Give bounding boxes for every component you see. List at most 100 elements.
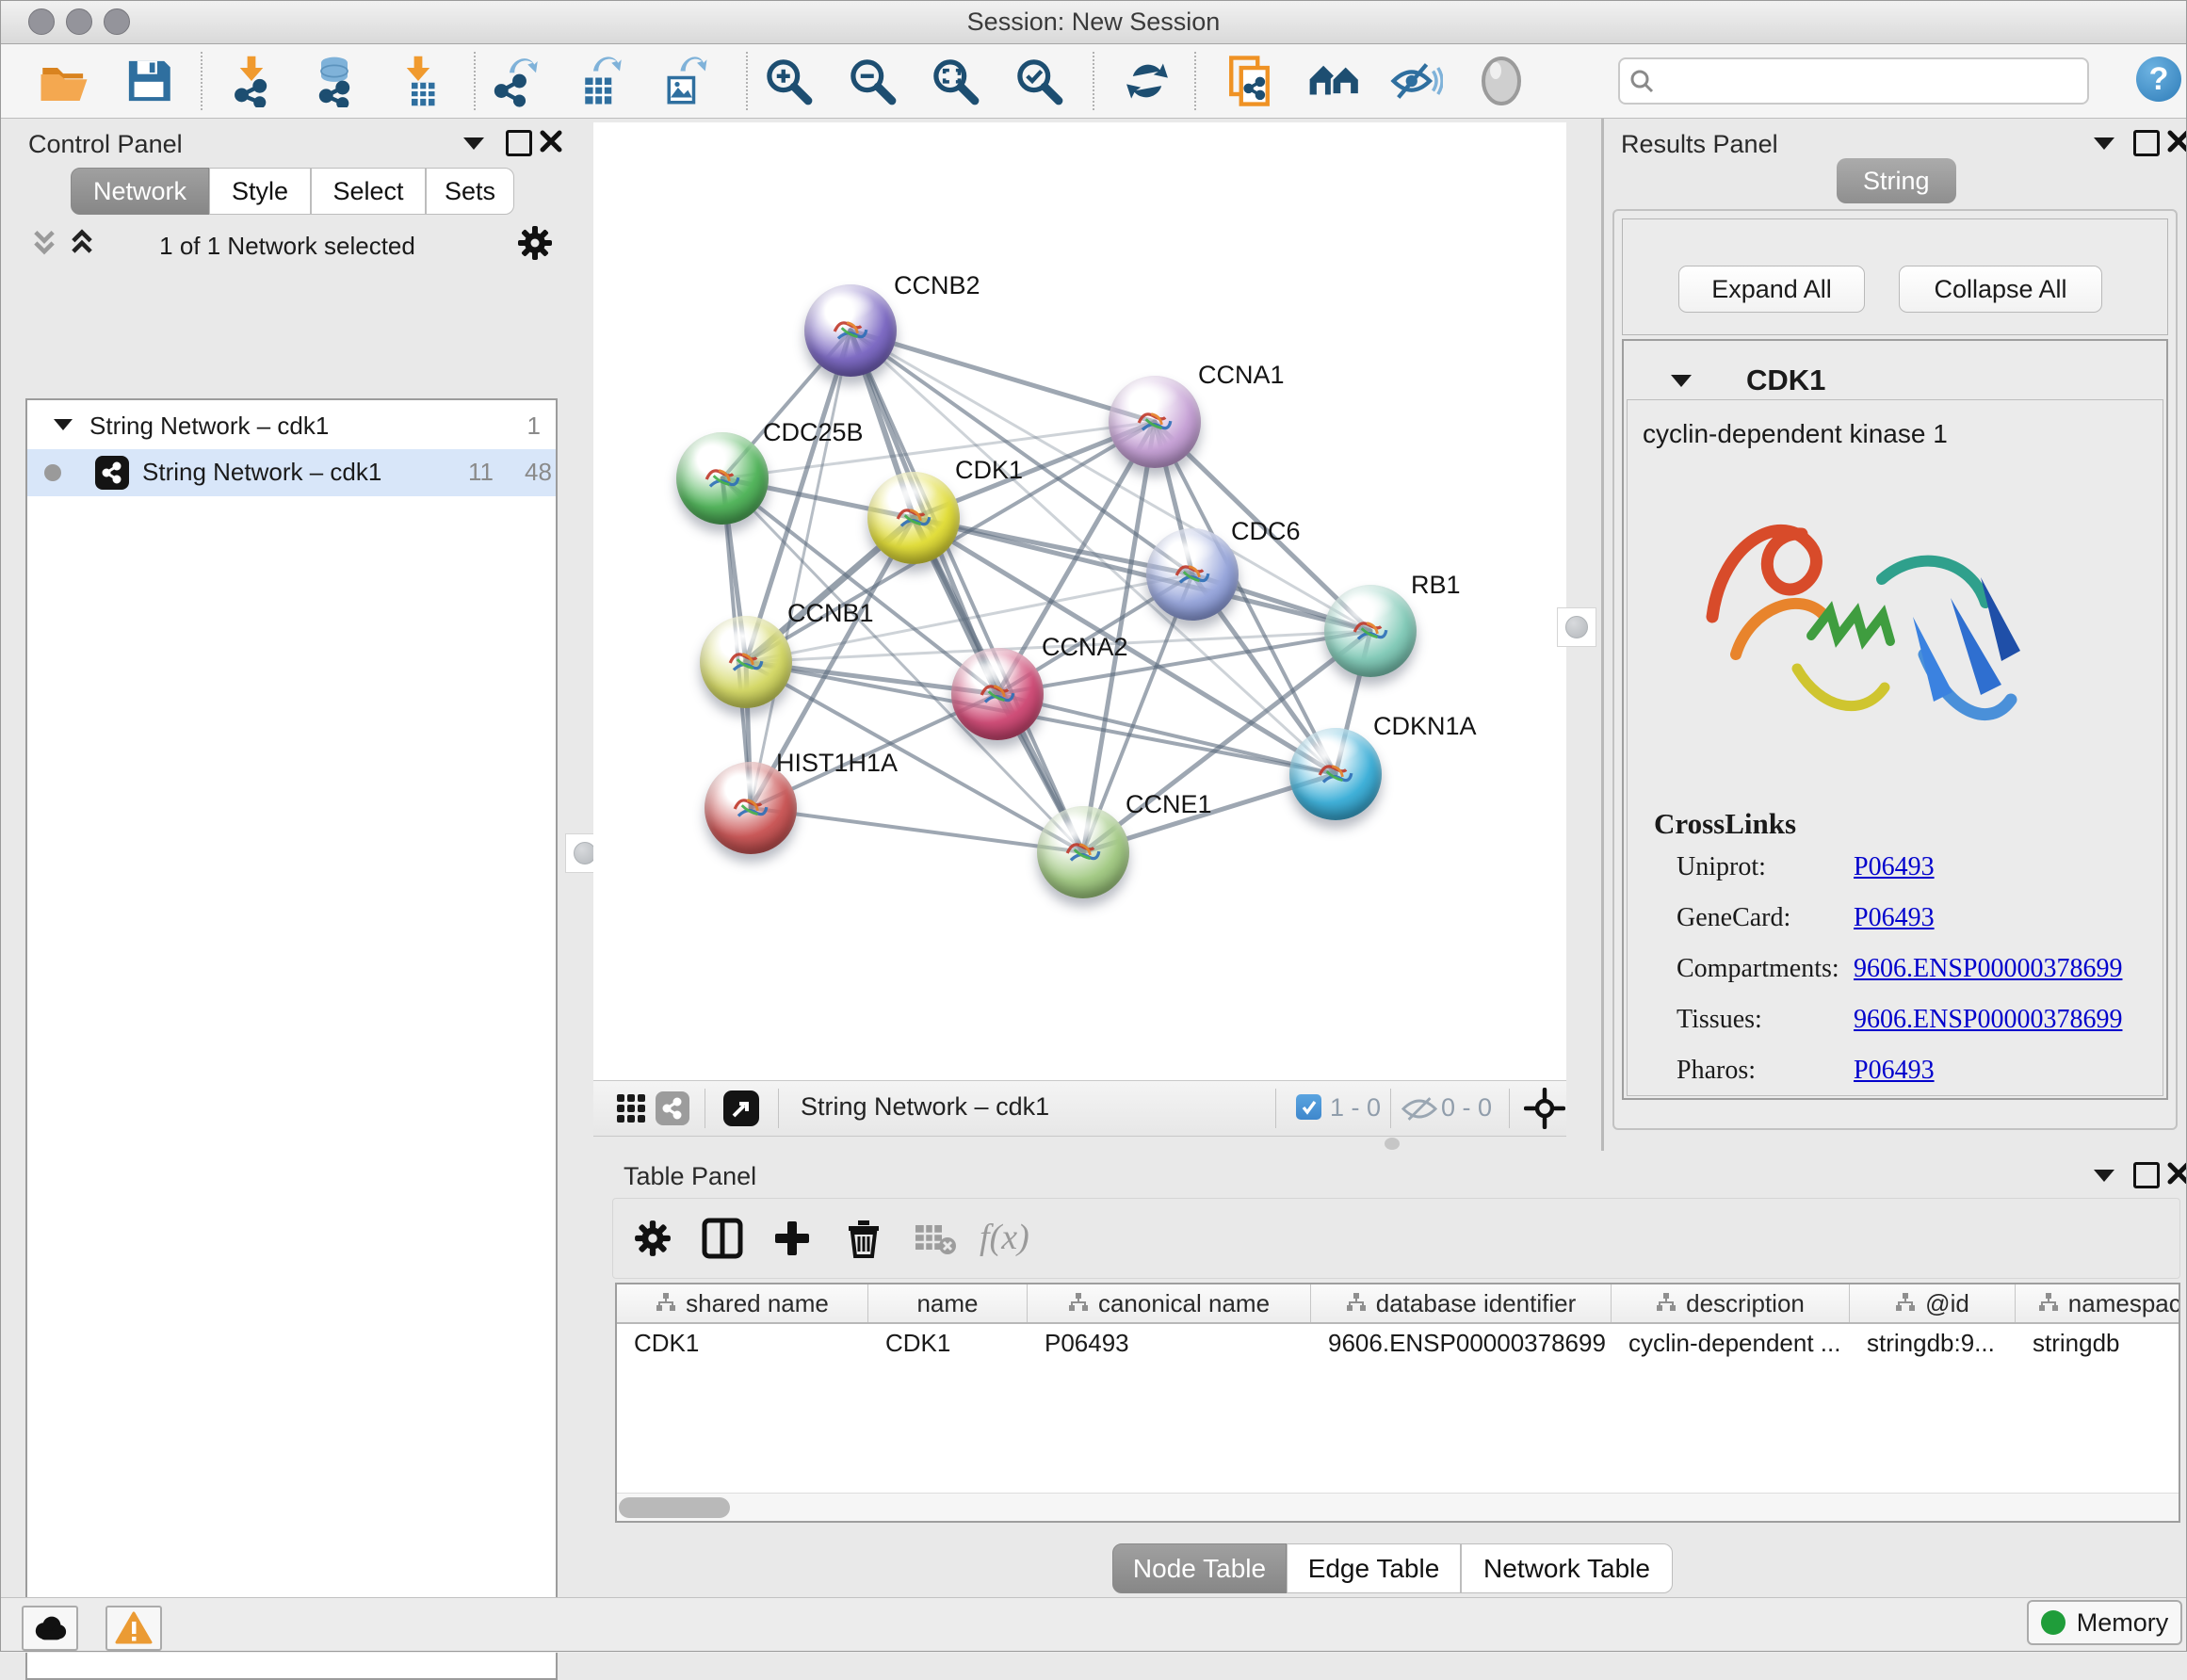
table-cell[interactable]: CDK1 bbox=[868, 1324, 1028, 1362]
network-options-gear-icon[interactable] bbox=[516, 224, 554, 262]
node-RB1[interactable] bbox=[1324, 585, 1417, 677]
panel-float-icon[interactable] bbox=[2133, 130, 2160, 156]
tab-node-table[interactable]: Node Table bbox=[1112, 1543, 1287, 1593]
fit-content-crosshair-icon[interactable] bbox=[1524, 1088, 1565, 1129]
hide-selection-button[interactable] bbox=[1389, 54, 1444, 108]
gear-icon bbox=[633, 1219, 672, 1258]
edge-CDK1-RB1[interactable] bbox=[914, 518, 1370, 631]
tab-select[interactable]: Select bbox=[311, 168, 426, 215]
node-CDC6[interactable] bbox=[1146, 528, 1239, 621]
export-image-button[interactable] bbox=[656, 54, 711, 108]
node-CCNA2[interactable] bbox=[951, 648, 1044, 740]
column-header-name[interactable]: name bbox=[868, 1284, 1028, 1322]
save-session-button[interactable] bbox=[122, 54, 176, 108]
table-cell[interactable]: cyclin-dependent ... bbox=[1612, 1324, 1850, 1362]
cloud-status-button[interactable] bbox=[22, 1606, 78, 1651]
table-hscrollbar[interactable] bbox=[617, 1493, 2179, 1522]
column-header--id[interactable]: @id bbox=[1850, 1284, 2016, 1322]
zoom-in-button[interactable] bbox=[761, 54, 816, 108]
import-network-database-button[interactable] bbox=[307, 54, 362, 108]
tab-sets[interactable]: Sets bbox=[426, 168, 514, 215]
network-view-title: String Network – cdk1 bbox=[801, 1092, 1290, 1122]
add-column-button[interactable] bbox=[769, 1215, 816, 1262]
scrollbar-thumb[interactable] bbox=[619, 1497, 730, 1518]
panel-menu-icon[interactable] bbox=[2094, 1170, 2114, 1182]
delete-column-button[interactable] bbox=[840, 1215, 887, 1262]
column-header-database-identifier[interactable]: database identifier bbox=[1311, 1284, 1612, 1322]
node-CDK1[interactable] bbox=[867, 472, 960, 564]
table-cell[interactable]: CDK1 bbox=[617, 1324, 868, 1362]
zoom-out-button[interactable] bbox=[845, 54, 899, 108]
panel-menu-icon[interactable] bbox=[2094, 137, 2114, 150]
node-CDC25B[interactable] bbox=[676, 432, 769, 525]
tab-network-table[interactable]: Network Table bbox=[1461, 1543, 1673, 1593]
node-CCNB1[interactable] bbox=[700, 616, 792, 708]
table-cell[interactable]: 9606.ENSP00000378699 bbox=[1311, 1324, 1612, 1362]
expand-all-networks-icon[interactable] bbox=[30, 228, 58, 258]
memory-button[interactable]: Memory bbox=[2027, 1600, 2182, 1645]
table-cell[interactable]: stringdb:9... bbox=[1850, 1324, 2016, 1362]
open-session-button[interactable] bbox=[37, 54, 91, 108]
column-header-shared-name[interactable]: shared name bbox=[617, 1284, 868, 1322]
show-all-button[interactable] bbox=[1474, 54, 1529, 108]
panel-float-icon[interactable] bbox=[2133, 1162, 2160, 1188]
zoom-selected-button[interactable] bbox=[1012, 54, 1066, 108]
edge-HIST1H1A-CCNE1[interactable] bbox=[751, 808, 1083, 852]
selected-count-checkbox[interactable] bbox=[1296, 1094, 1321, 1120]
results-tab-string[interactable]: String bbox=[1837, 158, 1956, 203]
table-cell[interactable]: stringdb bbox=[2016, 1324, 2180, 1362]
collapse-all-networks-icon[interactable] bbox=[68, 228, 96, 258]
create-network-from-selection-button[interactable] bbox=[1225, 54, 1280, 108]
column-header-namespace[interactable]: namespace bbox=[2016, 1284, 2180, 1322]
column-header-description[interactable]: description bbox=[1612, 1284, 1850, 1322]
search-icon bbox=[1629, 69, 1654, 93]
panel-menu-icon[interactable] bbox=[463, 137, 484, 150]
zoom-fit-button[interactable] bbox=[928, 54, 982, 108]
tab-edge-table[interactable]: Edge Table bbox=[1287, 1543, 1461, 1593]
first-neighbors-button[interactable] bbox=[1306, 54, 1361, 108]
node-CDKN1A[interactable] bbox=[1289, 728, 1382, 820]
import-network-file-button[interactable] bbox=[224, 54, 279, 108]
column-header-canonical-name[interactable]: canonical name bbox=[1028, 1284, 1311, 1322]
zoom-fit-icon bbox=[929, 55, 981, 107]
crosslink-link[interactable]: 9606.ENSP00000378699 bbox=[1854, 1005, 2122, 1035]
panel-close-icon[interactable] bbox=[539, 129, 563, 153]
warnings-button[interactable] bbox=[105, 1606, 162, 1651]
network-collection-row[interactable]: String Network – cdk1 1 bbox=[27, 404, 556, 449]
export-table-button[interactable] bbox=[573, 54, 627, 108]
horizontal-splitter-handle[interactable] bbox=[1385, 1138, 1400, 1150]
expand-all-button[interactable]: Expand All bbox=[1678, 266, 1865, 313]
table-row[interactable]: CDK1CDK1P064939606.ENSP00000378699cyclin… bbox=[617, 1324, 2180, 1362]
node-CCNA1[interactable] bbox=[1109, 376, 1201, 468]
table-cell[interactable]: P06493 bbox=[1028, 1324, 1311, 1362]
node-CCNE1[interactable] bbox=[1037, 806, 1129, 898]
birdseye-view-icon[interactable] bbox=[723, 1090, 759, 1126]
node-CCNB2[interactable] bbox=[804, 284, 897, 377]
table-settings-button[interactable] bbox=[629, 1215, 676, 1262]
network-canvas[interactable]: CCNB2CCNA1CDC25BCDK1CDC6RB1CCNB1CCNA2CDK… bbox=[593, 122, 1566, 1080]
edge-CCNB2-CCNA1[interactable] bbox=[850, 331, 1155, 422]
node-table[interactable]: shared namenamecanonical namedatabase id… bbox=[615, 1283, 2180, 1523]
collapse-all-button[interactable]: Collapse All bbox=[1899, 266, 2102, 313]
gene-disclosure-icon[interactable] bbox=[1671, 375, 1692, 387]
apply-layout-button[interactable] bbox=[1120, 54, 1174, 108]
grid-view-icon[interactable] bbox=[616, 1093, 646, 1123]
zoom-in-icon bbox=[762, 55, 815, 107]
network-row-selected[interactable]: String Network – cdk1 11 48 bbox=[27, 449, 556, 496]
panel-close-icon[interactable] bbox=[2166, 1161, 2187, 1186]
crosslink-link[interactable]: 9606.ENSP00000378699 bbox=[1854, 954, 2122, 984]
panel-float-icon[interactable] bbox=[506, 130, 532, 156]
crosslink-link[interactable]: P06493 bbox=[1854, 852, 1935, 882]
string-view-badge-icon[interactable] bbox=[656, 1091, 689, 1125]
import-table-file-button[interactable] bbox=[391, 54, 446, 108]
export-network-button[interactable] bbox=[489, 54, 543, 108]
tab-style[interactable]: Style bbox=[209, 168, 311, 215]
help-button[interactable]: ? bbox=[2136, 57, 2181, 102]
show-columns-button[interactable] bbox=[699, 1215, 746, 1262]
collection-disclosure-icon[interactable] bbox=[54, 419, 73, 430]
crosslink-link[interactable]: P06493 bbox=[1854, 903, 1935, 933]
crosslink-link[interactable]: P06493 bbox=[1854, 1056, 1935, 1086]
panel-close-icon[interactable] bbox=[2166, 129, 2187, 153]
search-input[interactable] bbox=[1661, 63, 2080, 97]
tab-network[interactable]: Network bbox=[71, 168, 209, 215]
